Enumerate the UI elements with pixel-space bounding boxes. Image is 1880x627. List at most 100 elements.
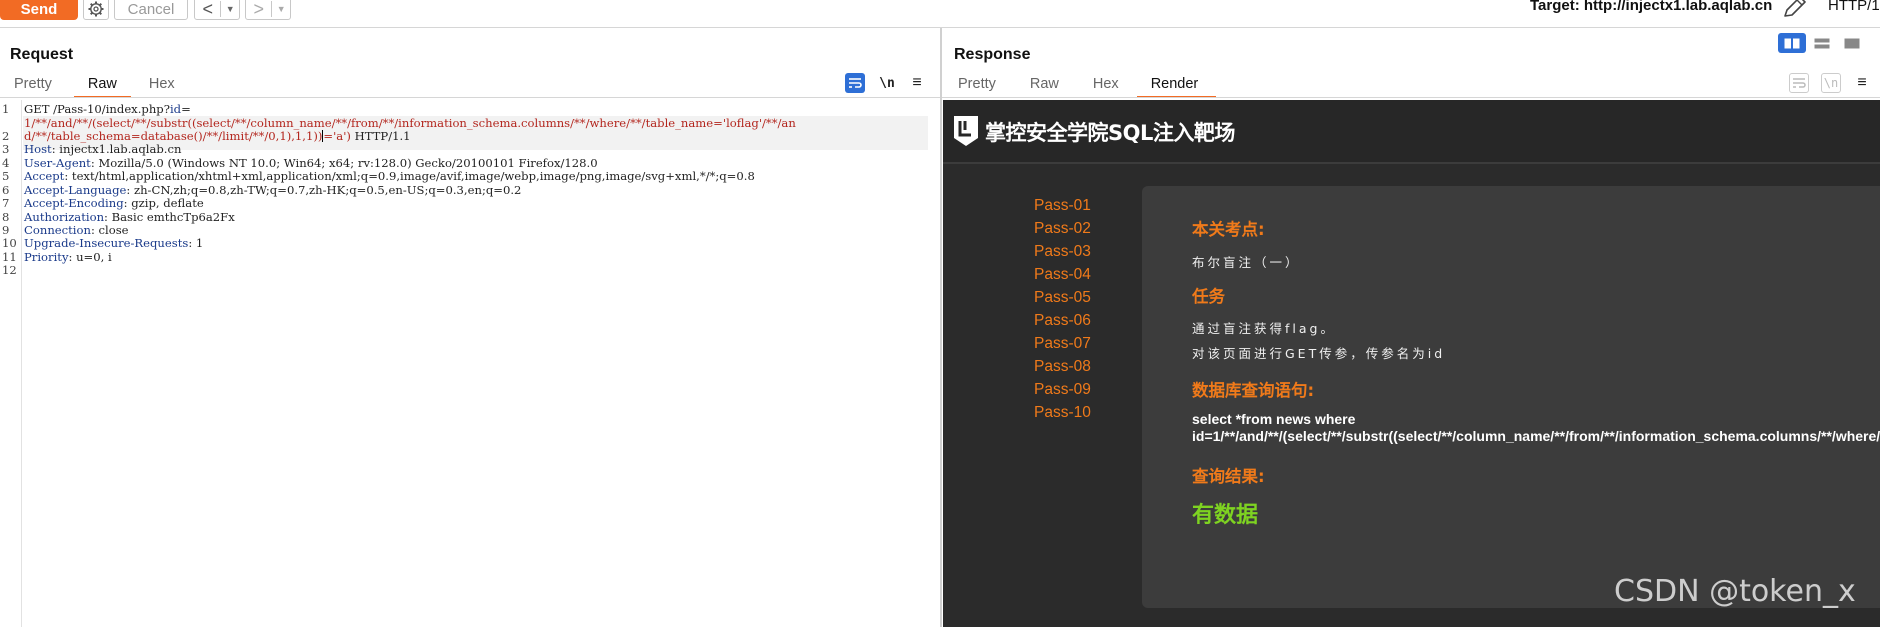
header-name: Host <box>24 142 52 156</box>
divider <box>942 97 1880 98</box>
line-number: 3 <box>2 142 10 156</box>
gear-icon <box>88 1 104 17</box>
target-url: Target: http://injectx1.lab.aqlab.cn <box>1530 0 1773 14</box>
header-line: Priority: u=0, i <box>24 250 112 264</box>
header-line: Accept-Encoding: gzip, deflate <box>24 196 204 210</box>
topic-heading: 本关考点: <box>1192 220 1265 239</box>
line-number: 6 <box>2 183 10 197</box>
response-wrap-lines-toggle[interactable] <box>1789 73 1809 93</box>
nav-link-pass-05[interactable]: Pass-05 <box>1034 286 1091 309</box>
header-value: 1 <box>195 236 204 250</box>
header-name: Accept <box>24 169 65 183</box>
task-heading: 任务 <box>1192 287 1225 306</box>
response-show-newlines-toggle[interactable]: \n <box>1821 73 1841 93</box>
back-history-dropdown[interactable]: ▼ <box>221 4 239 14</box>
pencil-icon <box>1784 0 1806 17</box>
split-horizontal-view-button[interactable] <box>1778 33 1806 53</box>
query-result: 有数据 <box>1192 503 1259 528</box>
query-param-equals: = <box>181 102 191 116</box>
split-vertical-view-button[interactable] <box>1808 33 1836 53</box>
request-tab-pretty[interactable]: Pretty <box>0 74 66 96</box>
response-tabs: Pretty Raw Hex Render <box>944 74 1217 98</box>
header-value: u=0, i <box>76 250 112 264</box>
edit-target-button[interactable] <box>1782 0 1808 18</box>
nav-link-pass-10[interactable]: Pass-10 <box>1034 401 1091 424</box>
forward-history-dropdown[interactable]: ▼ <box>272 4 290 14</box>
nav-link-pass-07[interactable]: Pass-07 <box>1034 332 1091 355</box>
line-number: 9 <box>2 223 10 237</box>
topic-text: 布尔盲注（一） <box>1192 255 1301 270</box>
request-wrap-lines-toggle[interactable] <box>845 73 865 93</box>
request-pane-title: Request <box>10 46 74 63</box>
rendered-response-view[interactable]: 掌控安全学院SQL注入靶场 Pass-01 Pass-02 Pass-03 Pa… <box>943 100 1880 627</box>
request-menu-icon[interactable]: ≡ <box>907 73 927 93</box>
header-value: text/html,application/xhtml+xml,applicat… <box>71 169 755 183</box>
nav-link-pass-08[interactable]: Pass-08 <box>1034 355 1091 378</box>
line-number: 4 <box>2 156 10 170</box>
columns-icon <box>1784 38 1800 48</box>
http-version-label[interactable]: HTTP/1 <box>1828 0 1880 14</box>
request-tabs: Pretty Raw Hex <box>0 74 189 98</box>
response-tab-hex[interactable]: Hex <box>1079 74 1133 96</box>
payload-text: ='a') <box>323 129 351 143</box>
payload-text: d/**/table_schema=database()/**/limit/**… <box>24 129 323 143</box>
watermark: CSDN @token_x <box>1614 574 1856 609</box>
send-button[interactable]: Send <box>0 0 78 20</box>
nav-link-pass-09[interactable]: Pass-09 <box>1034 378 1091 401</box>
header-name: Priority <box>24 250 69 264</box>
back-arrow-button[interactable]: < <box>195 0 220 18</box>
divider <box>0 97 940 98</box>
nav-link-pass-02[interactable]: Pass-02 <box>1034 217 1091 240</box>
result-heading: 查询结果: <box>1192 467 1265 486</box>
header-line: User-Agent: Mozilla/5.0 (Windows NT 10.0… <box>24 156 598 170</box>
line-number: 12 <box>2 263 17 277</box>
response-tab-pretty[interactable]: Pretty <box>944 74 1010 96</box>
header-line: Connection: close <box>24 223 129 237</box>
header-value: injectx1.lab.aqlab.cn <box>59 142 182 156</box>
header-name: Authorization <box>24 210 105 224</box>
header-name: Accept-Language <box>24 183 127 197</box>
request-show-newlines-toggle[interactable]: \n <box>877 73 897 93</box>
nav-link-pass-01[interactable]: Pass-01 <box>1034 194 1091 217</box>
line-number: 10 <box>2 236 17 250</box>
settings-button[interactable] <box>83 0 109 20</box>
response-tab-render[interactable]: Render <box>1136 74 1217 98</box>
content-card: 本关考点: 布尔盲注（一） 任务 通过盲注获得flag。 对该页面进行GET传参… <box>1142 186 1880 608</box>
line-number: 11 <box>2 250 17 264</box>
line-number: 2 <box>2 129 10 143</box>
tabbed-view-button[interactable] <box>1838 33 1866 53</box>
cancel-button[interactable]: Cancel <box>114 0 188 20</box>
payload-row: 1/**/and/**/(select/**/substr((select/**… <box>24 116 796 130</box>
header-name: User-Agent <box>24 156 91 170</box>
response-menu-icon[interactable]: ≡ <box>1852 73 1872 93</box>
header-value: close <box>98 223 129 237</box>
pass-level-nav: Pass-01 Pass-02 Pass-03 Pass-04 Pass-05 … <box>1034 194 1091 424</box>
line-number-gutter: 1 2 3 4 5 6 7 8 9 10 11 12 <box>0 100 22 627</box>
wrap-lines-icon <box>849 78 862 88</box>
site-logo-icon <box>954 116 978 146</box>
nav-link-pass-06[interactable]: Pass-06 <box>1034 309 1091 332</box>
sql-line: id=1/**/and/**/(select/**/substr((select… <box>1192 428 1880 444</box>
header-value: Mozilla/5.0 (Windows NT 10.0; Win64; x64… <box>98 156 598 170</box>
http-protocol: HTTP/1.1 <box>350 129 411 143</box>
sql-line: select *from news where <box>1192 411 1356 427</box>
task-text-line: 对该页面进行GET传参，传参名为id <box>1192 346 1446 361</box>
header-value: zh-CN,zh;q=0.8,zh-TW;q=0.7,zh-HK;q=0.5,e… <box>133 183 522 197</box>
forward-arrow-button[interactable]: > <box>246 0 271 18</box>
site-title: 掌控安全学院SQL注入靶场 <box>985 121 1235 145</box>
request-tab-hex[interactable]: Hex <box>135 74 189 96</box>
rows-icon <box>1814 38 1830 48</box>
request-tab-raw[interactable]: Raw <box>73 74 131 98</box>
pane-splitter[interactable] <box>940 28 942 627</box>
line-number: 5 <box>2 169 10 183</box>
header-name: Accept-Encoding <box>24 196 124 210</box>
response-tab-raw[interactable]: Raw <box>1016 74 1073 96</box>
line-number: 8 <box>2 210 10 224</box>
header-value: gzip, deflate <box>131 196 204 210</box>
header-line: Accept: text/html,application/xhtml+xml,… <box>24 169 755 183</box>
header-line: Accept-Language: zh-CN,zh;q=0.8,zh-TW;q=… <box>24 183 522 197</box>
header-line: Upgrade-Insecure-Requests: 1 <box>24 236 204 250</box>
nav-link-pass-04[interactable]: Pass-04 <box>1034 263 1091 286</box>
request-editor[interactable]: 1 2 3 4 5 6 7 8 9 10 11 12 GET /Pass-10/… <box>0 100 940 627</box>
nav-link-pass-03[interactable]: Pass-03 <box>1034 240 1091 263</box>
